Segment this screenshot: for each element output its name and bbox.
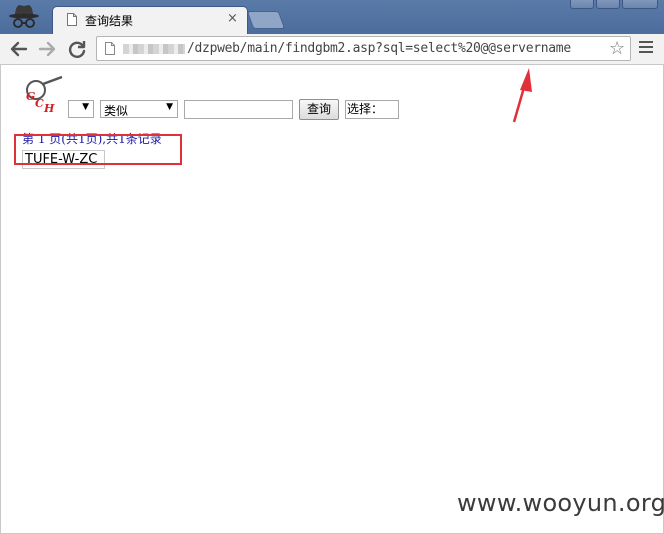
tab-close-icon[interactable]: ×: [227, 11, 238, 27]
dropdown-arrow-icon: ▼: [82, 102, 89, 112]
svg-text:G: G: [26, 90, 35, 103]
field-select[interactable]: ▼: [68, 100, 94, 118]
page-icon: [105, 42, 115, 55]
svg-text:C: C: [35, 97, 44, 110]
dropdown-arrow-icon: ▼: [166, 102, 173, 112]
close-window-button[interactable]: [622, 0, 658, 9]
incognito-icon: [9, 5, 39, 28]
hamburger-menu-icon[interactable]: [639, 41, 653, 55]
watermark: www.wooyun.org: [457, 489, 664, 517]
query-button[interactable]: 查询: [299, 99, 339, 120]
maximize-window-button[interactable]: [596, 0, 620, 9]
tab-title: 查询结果: [85, 14, 134, 28]
minimize-window-button[interactable]: [570, 0, 594, 9]
query-input[interactable]: [184, 100, 293, 119]
red-arrow-annotation: [512, 68, 532, 123]
site-logo: G C H: [26, 76, 63, 114]
bookmark-star-icon[interactable]: ☆: [609, 39, 625, 59]
match-type-select[interactable]: 类似 ▼: [100, 100, 178, 118]
highlight-annotation-box: [14, 134, 182, 165]
address-bar[interactable]: /dzpweb/main/findgbm2.asp?sql=select%20@…: [96, 36, 631, 61]
new-tab-button[interactable]: [246, 11, 286, 29]
browser-toolbar: /dzpweb/main/findgbm2.asp?sql=select%20@…: [0, 34, 664, 65]
document-icon: [67, 13, 77, 26]
match-type-value: 类似: [104, 104, 129, 118]
browser-tab-strip: 查询结果 ×: [0, 0, 664, 34]
url-text: /dzpweb/main/findgbm2.asp?sql=select%20@…: [187, 41, 571, 56]
forward-arrow-icon[interactable]: [36, 38, 58, 60]
back-arrow-icon[interactable]: [8, 38, 30, 60]
choose-field[interactable]: 选择：: [345, 100, 399, 119]
svg-text:H: H: [43, 102, 55, 114]
browser-tab-active[interactable]: 查询结果 ×: [52, 6, 248, 34]
reload-icon[interactable]: [66, 38, 88, 60]
url-host-redacted: [123, 44, 185, 54]
